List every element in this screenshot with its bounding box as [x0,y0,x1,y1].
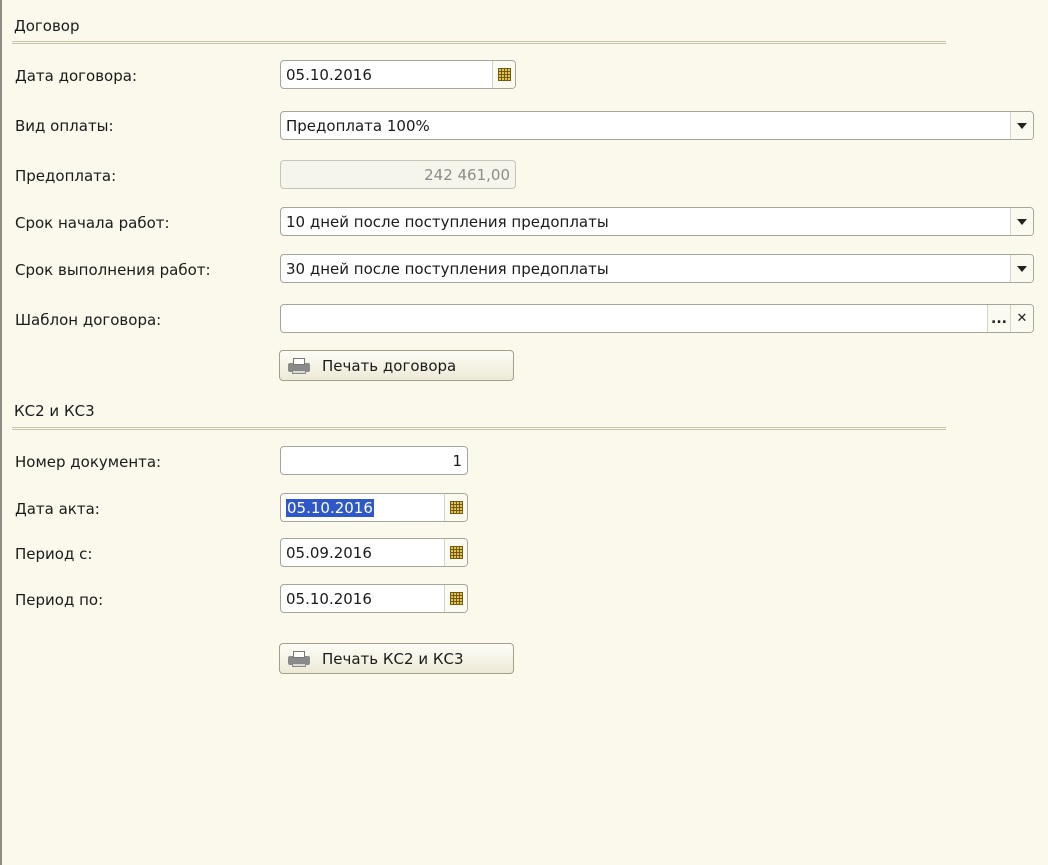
duration-label: Срок выполнения работ: [15,261,211,279]
section-divider [12,427,946,430]
print-ks-button[interactable]: Печать КС2 и КС3 [279,643,514,674]
act-date-field[interactable]: 05.10.2016 [280,493,468,522]
calendar-button[interactable] [444,494,467,521]
period-to-value: 05.10.2016 [286,589,372,608]
prepayment-label: Предоплата: [15,167,117,185]
contract-date-field[interactable]: 05.10.2016 [280,60,516,89]
period-to-field[interactable]: 05.10.2016 [280,584,468,613]
calendar-button[interactable] [444,585,467,612]
section-title-contract: Договор [14,17,80,35]
act-date-label: Дата акта: [15,500,100,518]
chevron-down-icon [1017,265,1027,272]
select-button[interactable]: ... [987,305,1010,332]
duration-select[interactable]: 30 дней после поступления предоплаты [280,254,1034,283]
start-term-label: Срок начала работ: [15,214,170,232]
payment-type-value: Предоплата 100% [286,116,430,135]
prepayment-field: 242 461,00 [280,160,516,189]
printer-icon [288,650,310,667]
docnum-field[interactable]: 1 [280,446,468,475]
start-term-dropdown-button[interactable] [1010,208,1033,235]
payment-type-select[interactable]: Предоплата 100% [280,111,1034,140]
calendar-icon [449,592,463,605]
left-border [0,0,2,865]
period-from-label: Период с: [15,545,93,563]
chevron-down-icon [1017,218,1027,225]
print-contract-button[interactable]: Печать договора [279,350,514,381]
start-term-select[interactable]: 10 дней после поступления предоплаты [280,207,1034,236]
period-to-label: Период по: [15,591,104,609]
calendar-icon [449,501,463,514]
calendar-icon [497,68,511,81]
template-label: Шаблон договора: [15,311,162,329]
period-from-value: 05.09.2016 [286,543,372,562]
payment-type-dropdown-button[interactable] [1010,112,1033,139]
payment-type-label: Вид оплаты: [15,117,114,135]
docnum-value: 1 [452,451,462,470]
period-from-field[interactable]: 05.09.2016 [280,538,468,567]
contract-date-value: 05.10.2016 [286,65,372,84]
calendar-icon [449,546,463,559]
section-divider [12,41,946,44]
chevron-down-icon [1017,122,1027,129]
printer-icon [288,357,310,374]
print-ks-label: Печать КС2 и КС3 [322,649,464,668]
section-title-ks: КС2 и КС3 [14,402,95,420]
prepayment-value: 242 461,00 [424,165,510,184]
contract-date-label: Дата договора: [15,67,137,85]
calendar-button[interactable] [492,61,515,88]
duration-value: 30 дней после поступления предоплаты [286,259,609,278]
act-date-value: 05.10.2016 [286,498,374,517]
close-icon[interactable]: ✕ [1010,305,1033,332]
duration-dropdown-button[interactable] [1010,255,1033,282]
start-term-value: 10 дней после поступления предоплаты [286,212,609,231]
calendar-button[interactable] [444,539,467,566]
docnum-label: Номер документа: [15,453,162,471]
template-field[interactable]: ... ✕ [280,304,1034,333]
print-contract-label: Печать договора [322,356,457,375]
